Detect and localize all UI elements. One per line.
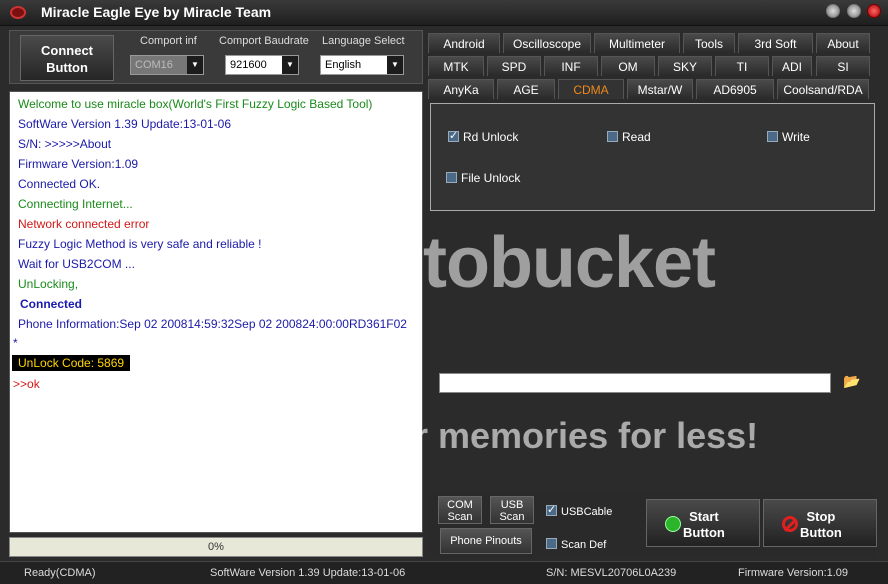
comport-value: COM16 [135,59,173,71]
tab-spd[interactable]: SPD [487,56,541,76]
tab-android[interactable]: Android [428,33,500,53]
tab-cdma[interactable]: CDMA [558,79,624,99]
log-line: Wait for USB2COM ... [18,257,135,271]
chevron-down-icon: ▼ [187,56,203,74]
tab-mtk[interactable]: MTK [428,56,484,76]
log-line: UnLocking, [18,277,79,291]
file-path-input[interactable] [439,373,831,393]
usb-cable-checkbox[interactable]: USBCable [546,503,613,518]
phone-pinouts-button[interactable]: Phone Pinouts [440,528,532,554]
tab-sky[interactable]: SKY [658,56,712,76]
stop-label: Stop Button [800,509,842,540]
tab-si[interactable]: SI [816,56,870,76]
minimize-button[interactable] [826,4,840,18]
chevron-down-icon: ▼ [387,56,403,74]
start-label: Start Button [683,509,725,540]
write-checkbox[interactable]: Write [767,130,810,144]
log-line: S/N: >>>>>About [18,137,112,151]
comport-label: Comport inf [140,35,197,47]
rd-unlock-label: Rd Unlock [463,130,519,144]
watermark-text: otobucket [380,223,716,303]
folder-open-icon[interactable]: 📂 [840,373,864,393]
language-label: Language Select [322,35,405,47]
log-line: >>ok [13,377,40,391]
checkbox-icon [446,172,457,183]
baudrate-select[interactable]: 921600 ▼ [225,55,299,75]
start-button[interactable]: Start Button [646,499,760,547]
tab-multimeter[interactable]: Multimeter [594,33,680,53]
com-scan-button[interactable]: COM Scan [438,496,482,524]
status-serial-number: S/N: MESVL20706L0A239 [546,567,677,579]
usb-cable-label: USBCable [561,506,613,518]
checkbox-icon [546,538,557,549]
stop-button[interactable]: Stop Button [763,499,877,547]
maximize-button[interactable] [847,4,861,18]
close-button[interactable] [867,4,881,18]
log-line: Connecting Internet... [18,197,133,211]
scan-def-checkbox[interactable]: Scan Def [546,538,606,551]
status-software-version: SoftWare Version 1.39 Update:13-01-06 [210,567,406,579]
checkbox-icon [607,131,618,142]
cdma-panel: Rd Unlock Read Write File Unlock [430,103,875,211]
window-title: Miracle Eagle Eye by Miracle Team [41,4,272,20]
status-bar: Ready(CDMA) SoftWare Version 1.39 Update… [0,561,888,584]
app-logo-icon [10,6,26,19]
tab-about[interactable]: About [816,33,870,53]
log-line: Firmware Version:1.09 [18,157,139,171]
tab-coolsand-rda[interactable]: Coolsand/RDA [777,79,869,99]
log-line: Fuzzy Logic Method is very safe and reli… [18,237,262,251]
tab-anyka[interactable]: AnyKa [428,79,494,99]
progress-bar: 0% [9,537,423,557]
rd-unlock-checkbox[interactable]: Rd Unlock [448,129,519,144]
log-output[interactable]: Welcome to use miracle box(World's First… [9,91,423,533]
checkbox-icon [546,503,557,516]
tab-mstar-w[interactable]: Mstar/W [627,79,693,99]
baudrate-value: 921600 [230,59,267,71]
file-unlock-label: File Unlock [461,171,521,185]
tab-om[interactable]: OM [601,56,655,76]
chevron-down-icon: ▼ [282,56,298,74]
log-line: * [13,336,18,350]
read-label: Read [622,130,651,144]
log-line: Welcome to use miracle box(World's First… [18,97,373,111]
log-line: Connected [20,297,83,311]
read-checkbox[interactable]: Read [607,130,651,144]
baudrate-label: Comport Baudrate [219,35,309,47]
status-state: Ready(CDMA) [24,567,96,579]
action-panel: COM Scan USB Scan USBCable Phone Pinouts… [430,492,877,558]
start-icon [665,516,681,532]
tab-tools[interactable]: Tools [683,33,735,53]
log-line: Phone Information:Sep 02 200814:59:32Sep… [18,317,407,331]
connection-panel: Connect Button Comport inf COM16 ▼ Compo… [9,30,423,84]
tab-strip: Android Oscilloscope Multimeter Tools 3r… [428,30,880,100]
tab-3rd-soft[interactable]: 3rd Soft [738,33,813,53]
stop-icon [782,516,798,532]
tab-oscilloscope[interactable]: Oscilloscope [503,33,591,53]
checkbox-icon [448,129,459,142]
tab-inf[interactable]: INF [544,56,598,76]
usb-scan-button[interactable]: USB Scan [490,496,534,524]
log-line: SoftWare Version 1.39 Update:13-01-06 [18,117,232,131]
file-unlock-checkbox[interactable]: File Unlock [446,171,520,185]
tab-ti[interactable]: TI [715,56,769,76]
write-label: Write [782,130,810,144]
status-firmware-version: Firmware Version:1.09 [738,567,849,579]
tab-ad6905[interactable]: AD6905 [696,79,774,99]
title-bar: Miracle Eagle Eye by Miracle Team [0,0,888,26]
connect-button[interactable]: Connect Button [20,35,114,81]
tab-age[interactable]: AGE [497,79,555,99]
language-value: English [325,59,362,71]
language-select[interactable]: English ▼ [320,55,404,75]
watermark-tagline: ur memories for less! [392,415,759,456]
comport-select[interactable]: COM16 ▼ [130,55,204,75]
tab-adi[interactable]: ADI [772,56,812,76]
unlock-code: UnLock Code: 5869 [12,355,131,371]
checkbox-icon [767,131,778,142]
log-line: Connected OK. [18,177,101,191]
scan-def-label: Scan Def [561,539,607,551]
log-line: Network connected error [18,217,150,231]
